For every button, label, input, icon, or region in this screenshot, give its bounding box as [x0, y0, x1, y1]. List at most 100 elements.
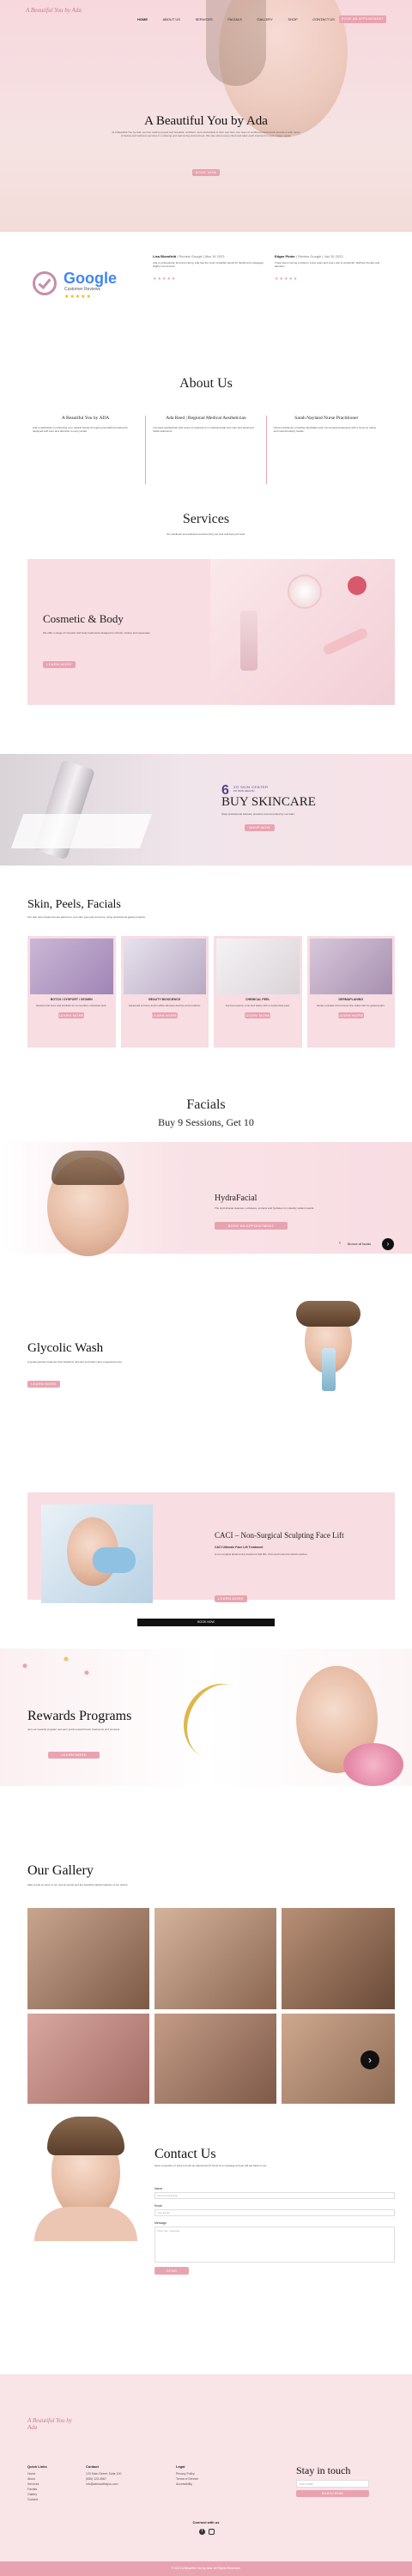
- footer-col-title: Legal: [176, 2464, 185, 2469]
- glycolic-title: Glycolic Wash: [27, 1341, 104, 1355]
- footer-col-title: Contact: [86, 2464, 99, 2469]
- skin-card-text: Improve texture, tone and clarity with a…: [225, 1004, 290, 1007]
- nav-logo[interactable]: A Beautiful You by Ada: [26, 7, 86, 14]
- nav-item-about[interactable]: ABOUT US: [163, 17, 180, 24]
- skincare-shop-button[interactable]: SHOP NOW: [245, 824, 275, 831]
- skincare-banner: [0, 754, 412, 866]
- facials-more-label[interactable]: Browse all facials: [348, 1242, 371, 1246]
- review-author: Edgar Pinter: [275, 254, 295, 258]
- hero-book-button[interactable]: BOOK NOW: [192, 169, 220, 176]
- skin-card-title: BEAUTY BIOSCIENCE: [148, 998, 181, 1001]
- caci-title: CACI – Non-Surgical Sculpting Face Lift: [215, 1531, 344, 1540]
- footer-col-quick: Quick Links Home About Services Facials …: [27, 2464, 79, 2502]
- contact-send-button[interactable]: SEND: [154, 2267, 189, 2275]
- nav-menu: HOME ABOUT US SERVICES FACIALS GALLERY S…: [137, 17, 335, 24]
- review-meta: | Review Google | Mar 15 2023: [177, 254, 225, 258]
- contact-message-input[interactable]: Type your message: [154, 2227, 395, 2263]
- nav-item-services[interactable]: SERVICES: [196, 17, 213, 24]
- review-text: I have been coming to Ada for a few year…: [275, 261, 380, 269]
- hydrafacial-title: HydraFacial: [215, 1194, 258, 1203]
- footer-contact-email[interactable]: info@abeautifulyou.com: [86, 2482, 163, 2487]
- caci-book-band-button[interactable]: BOOK NOW: [137, 1619, 275, 1626]
- skin-card: DERMAPLANING Gently exfoliate and remove…: [306, 936, 395, 1048]
- gallery-image[interactable]: [282, 1908, 395, 2009]
- review-author: Lisa Blomfield: [153, 254, 177, 258]
- nav-book-button[interactable]: BOOK AN APPOINTMENT: [339, 15, 386, 23]
- gallery-image[interactable]: [154, 1908, 276, 2009]
- about-title: About Us: [179, 376, 233, 391]
- skin-card-text: Reduce fine lines and wrinkles for a smo…: [36, 1004, 107, 1007]
- skin-card: CHEMICAL PEEL Improve texture, tone and …: [214, 936, 302, 1048]
- contact-title: Contact Us: [154, 2147, 216, 2161]
- about-col: A Beautiful You by ADA Ada is dedicated …: [26, 416, 145, 484]
- facials-next-icon[interactable]: ›: [382, 1238, 394, 1250]
- hero-body: At A Beautiful You by Ada, we love makin…: [112, 131, 300, 138]
- contact-email-label: Email: [154, 2204, 162, 2208]
- footer-col-legal: Legal Privacy Policy Terms of Service Ac…: [176, 2464, 236, 2487]
- caci-image: [41, 1504, 153, 1603]
- about-col: Ada Reed | Regional Medical Aesthetician…: [145, 416, 267, 484]
- gallery-image[interactable]: [27, 2014, 149, 2104]
- footer-link[interactable]: Accessibility: [176, 2482, 236, 2487]
- hero-hair-image: [206, 0, 266, 86]
- skin-card-button[interactable]: LEARN MORE: [337, 1012, 364, 1019]
- contact-email-input[interactable]: Your Email: [154, 2209, 395, 2216]
- glycolic-learn-button[interactable]: LEARN MORE: [27, 1381, 60, 1388]
- serum-bottle-image: [240, 611, 258, 671]
- caci-learn-button[interactable]: LEARN MORE: [215, 1595, 247, 1602]
- skin-card-button[interactable]: LEARN MORE: [58, 1012, 85, 1019]
- skin-card-title: BOTOX / DYSPORT / XEOMIN: [50, 998, 93, 1001]
- caci-text: A non-surgical facial toning treatment t…: [215, 1552, 308, 1556]
- footer-connect-label: Connect with us: [192, 2520, 220, 2524]
- glycolic-text: A gentle glycolic treatment that brighte…: [27, 1360, 123, 1364]
- cosmetic-learn-button[interactable]: LEARN MORE: [43, 661, 76, 668]
- newsletter-email-input[interactable]: Your email: [296, 2480, 369, 2488]
- nav-item-gallery[interactable]: GALLERY: [257, 17, 272, 24]
- footer-logo[interactable]: A Beautiful You by Ada: [27, 2417, 79, 2431]
- facebook-icon[interactable]: f: [199, 2529, 205, 2535]
- instagram-icon[interactable]: [209, 2529, 215, 2535]
- footer-link[interactable]: Contact: [27, 2497, 79, 2502]
- skin-cards: BOTOX / DYSPORT / XEOMIN Reduce fine lin…: [27, 936, 395, 1048]
- contact-shoulders-image: [34, 2207, 137, 2241]
- skincare-title: BUY SKINCARE: [221, 795, 316, 809]
- review-stars: ★★★★★: [153, 276, 177, 283]
- nav-item-home[interactable]: HOME: [137, 17, 148, 24]
- skin-card-title: DERMAPLANING: [338, 998, 364, 1001]
- dermaplaning-image: [309, 939, 392, 994]
- flower-image: [348, 576, 367, 595]
- about-col-text: Licensed aesthetician with years of expe…: [153, 426, 254, 434]
- nav-item-facials[interactable]: FACIALS: [227, 17, 241, 24]
- skin-card-button[interactable]: LEARN MORE: [245, 1012, 271, 1019]
- cream-jar-image: [288, 574, 322, 609]
- rewards-flowers-image: [343, 1743, 403, 1786]
- rewards-learn-button[interactable]: LEARN MORE: [48, 1752, 100, 1759]
- facials-title: Facials: [186, 1097, 226, 1112]
- gallery-image[interactable]: [27, 1908, 149, 2009]
- zo-brand-sub: ZO SKIN HEALTH: [233, 789, 255, 793]
- skin-card: BOTOX / DYSPORT / XEOMIN Reduce fine lin…: [27, 936, 116, 1048]
- contact-message-label: Message: [154, 2221, 167, 2225]
- gallery-title: Our Gallery: [27, 1863, 94, 1878]
- hydrafacial-book-button[interactable]: BOOK AN APPOINTMENT: [215, 1222, 288, 1230]
- glycolic-bottle-image: [322, 1348, 336, 1391]
- nav-item-shop[interactable]: SHOP: [288, 17, 297, 24]
- glycolic-hair-image: [296, 1301, 360, 1327]
- gallery-next-icon[interactable]: ›: [360, 2050, 379, 2069]
- stay-in-touch-title: Stay in touch: [296, 2464, 351, 2476]
- skin-card-button[interactable]: LEARN MORE: [151, 1012, 178, 1019]
- facials-offer: Buy 9 Sessions, Get 10: [158, 1116, 254, 1128]
- skin-card-text: Advanced at home and in office skincare …: [128, 1004, 201, 1007]
- google-stars: ★★★★★: [64, 295, 92, 300]
- rewards-text: Join our rewards program and earn points…: [27, 1728, 121, 1731]
- glycolic-image: [279, 1297, 395, 1408]
- facials-prev-icon[interactable]: ‹: [336, 1241, 343, 1248]
- nav-item-contact[interactable]: CONTACT US: [312, 17, 335, 24]
- gallery-image[interactable]: [154, 2014, 276, 2104]
- rewards-title: Rewards Programs: [27, 1709, 132, 1723]
- chemical-peel-image: [216, 939, 300, 994]
- skin-intro: Our skin care treatments are tailored to…: [27, 915, 146, 919]
- newsletter-subscribe-button[interactable]: SUBSCRIBE: [296, 2490, 369, 2497]
- skincare-box-image: [10, 814, 153, 848]
- contact-name-input[interactable]: First & Last Name: [154, 2192, 395, 2199]
